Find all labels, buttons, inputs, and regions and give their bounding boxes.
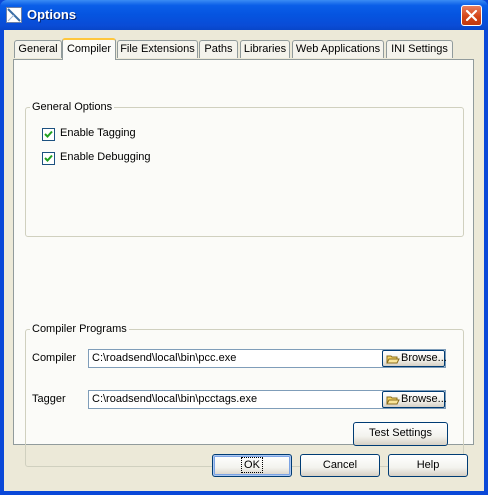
general-options-group: General Options Enable Tagging Enable De… <box>25 101 464 237</box>
options-app-icon <box>6 7 22 23</box>
close-button[interactable] <box>461 5 482 26</box>
title-bar[interactable]: Options <box>0 0 488 30</box>
enable-tagging-checkbox[interactable] <box>42 128 55 141</box>
open-folder-icon <box>386 396 400 405</box>
enable-tagging-label[interactable]: Enable Tagging <box>60 127 136 139</box>
checkmark-icon <box>44 154 53 162</box>
compiler-browse-label: Browse... <box>401 352 447 364</box>
tab-compiler[interactable]: Compiler <box>62 38 116 60</box>
tab-general[interactable]: General <box>14 40 62 58</box>
compiler-programs-group: Compiler Programs Compiler C:\roadsend\l… <box>25 323 464 467</box>
enable-debugging-checkbox[interactable] <box>42 152 55 165</box>
compiler-programs-legend: Compiler Programs <box>30 323 129 335</box>
ok-button[interactable]: OK <box>212 454 292 477</box>
general-options-legend: General Options <box>30 101 115 113</box>
tab-web-applications[interactable]: Web Applications <box>292 40 384 58</box>
tab-ini-settings[interactable]: INI Settings <box>386 40 453 58</box>
tagger-browse-button[interactable]: Browse... <box>382 391 447 408</box>
window-title: Options <box>27 7 77 22</box>
tagger-browse-label: Browse... <box>401 393 447 405</box>
tab-file-extensions[interactable]: File Extensions <box>117 40 198 58</box>
tagger-label: Tagger <box>32 393 66 405</box>
ok-button-label: OK <box>241 457 263 473</box>
compiler-tab-page: General Options Enable Tagging Enable De… <box>13 59 474 467</box>
cancel-button[interactable]: Cancel <box>300 454 380 477</box>
options-dialog: Options General Compiler File Extensions… <box>0 0 488 495</box>
compiler-browse-button[interactable]: Browse... <box>382 350 447 367</box>
help-button[interactable]: Help <box>388 454 468 477</box>
enable-debugging-label[interactable]: Enable Debugging <box>60 151 151 163</box>
compiler-label: Compiler <box>32 352 77 364</box>
tab-libraries[interactable]: Libraries <box>240 40 290 58</box>
dialog-client-area: General Compiler File Extensions Paths L… <box>4 30 484 491</box>
test-settings-button[interactable]: Test Settings <box>353 422 448 446</box>
open-folder-icon <box>386 355 400 364</box>
close-icon <box>465 9 478 22</box>
checkmark-icon <box>44 130 53 138</box>
tab-paths[interactable]: Paths <box>199 40 238 58</box>
